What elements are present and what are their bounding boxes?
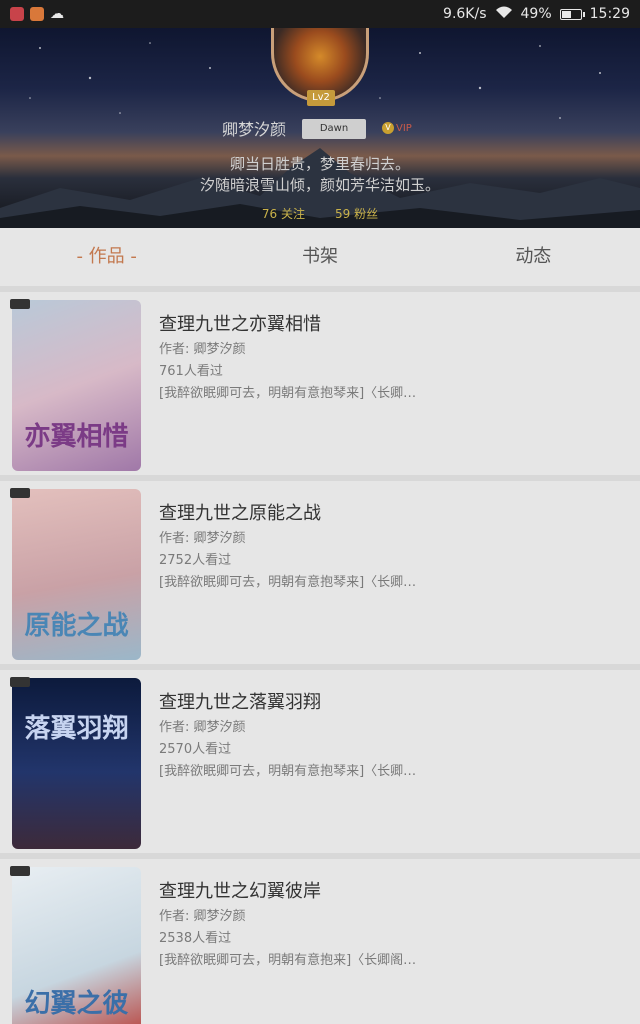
profile-header: Lv2 卿梦汐颜 Dawn V VIP 卿当日胜贵，梦里春归去。 汐随暗浪雪山倾… <box>0 28 640 228</box>
book-cover[interactable]: 原能之战 <box>12 489 141 660</box>
book-item[interactable]: 原能之战 查理九世之原能之战 作者: 卿梦汐颜 2752人看过 [我醉欲眠卿可去… <box>0 481 640 670</box>
book-description: [我醉欲眠卿可去，明朝有意抱琴来]〈长卿… <box>159 764 417 779</box>
vip-coin-icon: V <box>382 122 394 134</box>
motto-line-1: 卿当日胜贵，梦里春归去。 <box>229 155 410 173</box>
book-views: 2752人看过 <box>159 553 232 568</box>
vip-badge: V VIP <box>382 122 412 134</box>
battery-percent: 49% <box>520 6 552 22</box>
nickname: 卿梦汐颜 <box>222 120 287 139</box>
book-cover[interactable]: 落翼羽翔 <box>12 678 141 849</box>
cover-tag-icon <box>10 677 30 687</box>
book-list: 亦翼相惜 查理九世之亦翼相惜 作者: 卿梦汐颜 761人看过 [我醉欲眠卿可去，… <box>0 292 640 1024</box>
book-title: 查理九世之亦翼相惜 <box>159 314 321 335</box>
book-item[interactable]: 幻翼之彼 查理九世之幻翼彼岸 作者: 卿梦汐颜 2538人看过 [我醉欲眠卿可去… <box>0 859 640 1024</box>
book-item[interactable]: 亦翼相惜 查理九世之亦翼相惜 作者: 卿梦汐颜 761人看过 [我醉欲眠卿可去，… <box>0 292 640 481</box>
book-author: 作者: 卿梦汐颜 <box>159 720 246 735</box>
book-views: 2538人看过 <box>159 931 232 946</box>
cover-title: 幻翼之彼 <box>24 989 129 1019</box>
book-author: 作者: 卿梦汐颜 <box>159 531 246 546</box>
book-cover[interactable]: 幻翼之彼 <box>12 867 141 1024</box>
vip-label: VIP <box>396 122 412 134</box>
tab-bookshelf[interactable]: 书架 <box>213 228 426 286</box>
profile-tabs: - 作品 - 书架 动态 <box>0 228 640 286</box>
book-cover[interactable]: 亦翼相惜 <box>12 300 141 471</box>
book-title: 查理九世之幻翼彼岸 <box>159 881 321 902</box>
network-speed: 9.6K/s <box>443 6 487 22</box>
app-notification-icon <box>10 7 24 21</box>
tab-works[interactable]: - 作品 - <box>0 228 213 286</box>
follow-count[interactable]: 76 关注 <box>262 205 305 222</box>
book-description: [我醉欲眠卿可去，明朝有意抱琴来]〈长卿… <box>159 386 417 401</box>
clock: 15:29 <box>589 6 630 22</box>
book-author: 作者: 卿梦汐颜 <box>159 342 246 357</box>
book-title: 查理九世之落翼羽翔 <box>159 692 321 713</box>
level-badge: Lv2 <box>307 90 335 106</box>
book-views: 2570人看过 <box>159 742 232 757</box>
tab-activity[interactable]: 动态 <box>427 228 640 286</box>
follow-stats: 76 关注 59 粉丝 <box>0 205 640 222</box>
cover-tag-icon <box>10 488 30 498</box>
cover-title: 原能之战 <box>24 611 129 641</box>
cover-title: 亦翼相惜 <box>24 422 129 452</box>
book-views: 761人看过 <box>159 364 223 379</box>
cloud-icon: ☁ <box>50 6 64 22</box>
motto-line-2: 汐随暗浪雪山倾，颜如芳华洁如玉。 <box>199 176 440 194</box>
book-author: 作者: 卿梦汐颜 <box>159 909 246 924</box>
wifi-icon <box>495 5 513 23</box>
cover-tag-icon <box>10 866 30 876</box>
book-item[interactable]: 落翼羽翔 查理九世之落翼羽翔 作者: 卿梦汐颜 2570人看过 [我醉欲眠卿可去… <box>0 670 640 859</box>
battery-icon <box>559 8 585 20</box>
app-notification-icon <box>30 7 44 21</box>
book-description: [我醉欲眠卿可去，明朝有意抱琴来]〈长卿… <box>159 575 417 590</box>
cover-tag-icon <box>10 299 30 309</box>
cover-title: 落翼羽翔 <box>24 714 129 744</box>
title-tag: Dawn <box>302 119 366 139</box>
book-title: 查理九世之原能之战 <box>159 503 321 524</box>
book-description: [我醉欲眠卿可去，明朝有意抱来]〈长卿阁… <box>159 953 417 968</box>
fans-count[interactable]: 59 粉丝 <box>335 205 378 222</box>
status-bar: ☁ 9.6K/s 49% 15:29 <box>0 0 640 28</box>
